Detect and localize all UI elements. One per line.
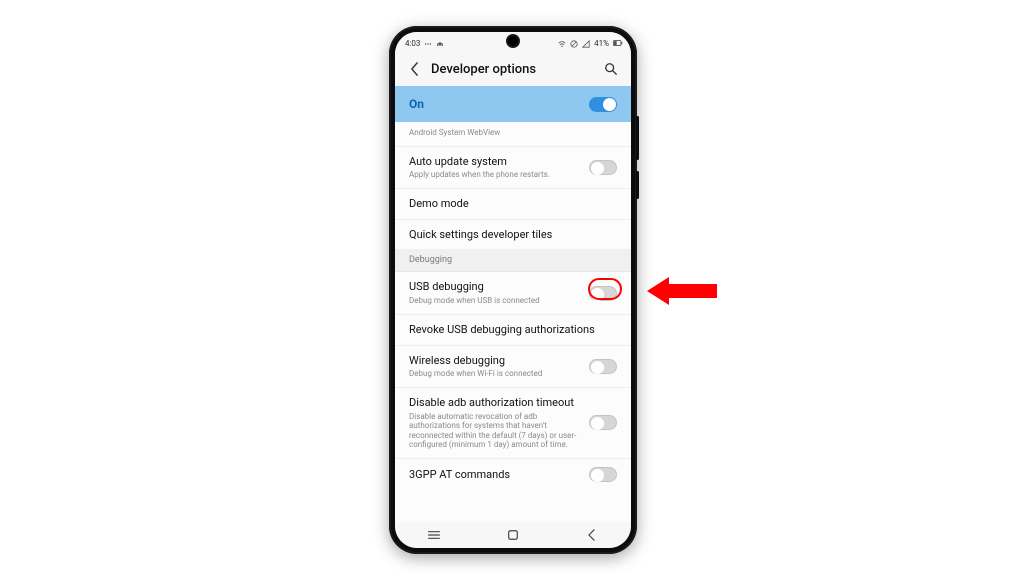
power-button [636, 171, 639, 199]
section-header-debugging: Debugging [395, 249, 631, 272]
nav-home-button[interactable] [488, 529, 538, 541]
row-revoke-usb-auth[interactable]: Revoke USB debugging authorizations [395, 315, 631, 346]
annotation-arrow [647, 269, 717, 313]
row-quick-settings-tiles[interactable]: Quick settings developer tiles [395, 220, 631, 250]
notification-dots-icon [424, 40, 432, 48]
no-sim-icon [570, 40, 578, 48]
phone-screen: 4:03 41% [395, 32, 631, 548]
app-title-bar: Developer options [395, 52, 631, 86]
wireless-title: Wireless debugging [409, 354, 581, 368]
phone-frame: 4:03 41% [389, 26, 637, 554]
row-auto-update-system[interactable]: Auto update system Apply updates when th… [395, 147, 631, 189]
adb-timeout-title: Disable adb authorization timeout [409, 396, 581, 410]
row-demo-mode[interactable]: Demo mode [395, 189, 631, 220]
revoke-title: Revoke USB debugging authorizations [409, 323, 609, 337]
demo-mode-title: Demo mode [409, 197, 609, 211]
auto-update-subtitle: Apply updates when the phone restarts. [409, 170, 581, 180]
battery-percent: 41% [594, 39, 609, 48]
master-toggle[interactable] [589, 97, 617, 112]
battery-icon [613, 40, 621, 48]
row-3gpp-at-commands[interactable]: 3GPP AT commands [395, 459, 631, 490]
wireless-debugging-toggle[interactable] [589, 359, 617, 374]
nav-back-button[interactable] [567, 529, 617, 541]
gpp-toggle[interactable] [589, 467, 617, 482]
usb-debugging-title: USB debugging [409, 280, 581, 294]
webview-subtitle: Android System WebView [409, 128, 609, 138]
nav-recents-button[interactable] [409, 530, 459, 540]
signal-icon [582, 40, 590, 48]
status-time: 4:03 [405, 39, 420, 48]
usb-debugging-toggle[interactable] [589, 286, 617, 301]
search-button[interactable] [603, 62, 619, 76]
system-nav-bar [395, 522, 631, 548]
page-title: Developer options [431, 62, 603, 77]
master-toggle-label: On [409, 97, 424, 111]
usb-debugging-subtitle: Debug mode when USB is connected [409, 296, 581, 306]
camera-notch [508, 36, 518, 46]
back-button[interactable] [407, 62, 421, 76]
quick-tiles-title: Quick settings developer tiles [409, 228, 609, 242]
row-usb-debugging[interactable]: USB debugging Debug mode when USB is con… [395, 272, 631, 314]
auto-update-toggle[interactable] [589, 160, 617, 175]
wifi-icon [558, 40, 566, 48]
adb-timeout-subtitle: Disable automatic revocation of adb auth… [409, 412, 581, 450]
settings-list[interactable]: Android System WebView Auto update syste… [395, 122, 631, 522]
row-disable-adb-timeout[interactable]: Disable adb authorization timeout Disabl… [395, 388, 631, 459]
volume-rocker [636, 116, 639, 160]
wireless-subtitle: Debug mode when Wi-Fi is connected [409, 369, 581, 379]
auto-update-title: Auto update system [409, 155, 581, 169]
android-head-icon [436, 40, 444, 48]
row-webview-implementation[interactable]: Android System WebView [395, 122, 631, 147]
developer-options-master-toggle-row[interactable]: On [395, 86, 631, 122]
row-wireless-debugging[interactable]: Wireless debugging Debug mode when Wi-Fi… [395, 346, 631, 388]
gpp-title: 3GPP AT commands [409, 468, 581, 482]
adb-timeout-toggle[interactable] [589, 415, 617, 430]
